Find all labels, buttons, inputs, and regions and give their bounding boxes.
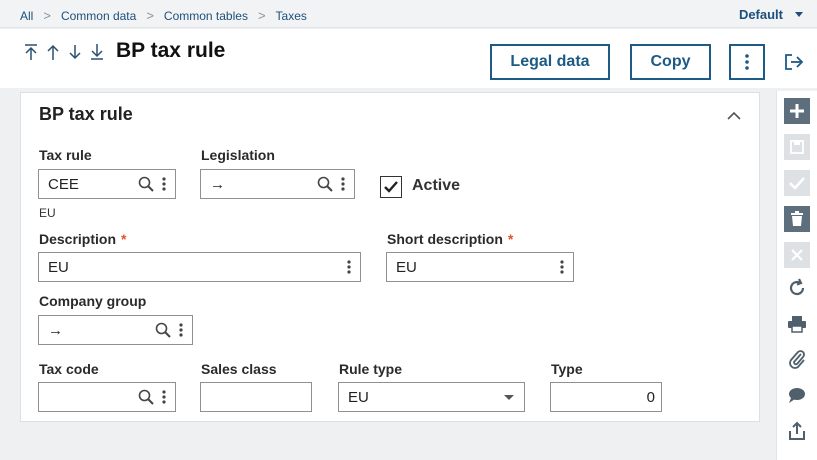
arrow-down-to-bottom-icon[interactable] [88,42,106,62]
breadcrumb-item-common-data[interactable]: Common data [61,9,136,23]
dropdown-caret-icon [504,394,514,400]
profile-label: Default [738,7,783,22]
description-field[interactable]: EU [38,252,361,282]
comment-icon[interactable] [784,382,810,408]
short-description-value: EU [396,258,417,276]
short-description-label: Short description * [387,231,513,247]
tax-rule-label: Tax rule [39,147,92,163]
tax-rule-field[interactable]: CEE [38,169,176,199]
page-header: BP tax rule Legal data Copy [0,29,817,88]
breadcrumb-bar: All > Common data > Common tables > Taxe… [0,0,817,28]
section-title: BP tax rule [39,104,133,124]
active-label: Active [412,177,461,194]
rule-type-select[interactable]: EU [338,382,525,412]
active-checkbox[interactable] [380,176,402,198]
checkmark-icon [384,181,398,193]
tax-code-field[interactable] [38,382,176,412]
breadcrumb-item-all[interactable]: All [20,9,33,23]
short-description-field[interactable]: EU [386,252,574,282]
description-value: EU [48,258,69,276]
legislation-value: → [210,175,225,193]
save-icon[interactable] [784,134,810,160]
arrow-down-icon[interactable] [66,42,84,62]
record-navigation [22,42,106,62]
field-menu-icon[interactable] [157,170,171,198]
page-title: BP tax rule [116,39,226,62]
field-menu-icon[interactable] [336,170,350,198]
tax-rule-value: CEE [48,175,79,193]
arrow-up-icon[interactable] [44,42,62,62]
search-icon[interactable] [152,316,174,344]
profile-selector[interactable]: Default [739,7,803,22]
refresh-icon[interactable] [784,275,810,301]
search-icon[interactable] [135,383,157,411]
short-description-label-text: Short description [387,231,503,247]
arrow-up-to-top-icon[interactable] [22,42,40,62]
field-menu-icon[interactable] [342,253,356,281]
breadcrumb: All > Common data > Common tables > Taxe… [20,8,307,23]
cancel-icon[interactable] [784,242,810,268]
copy-button[interactable]: Copy [630,44,711,80]
breadcrumb-separator: > [43,8,51,23]
description-label: Description * [39,231,126,247]
breadcrumb-separator: > [257,8,266,23]
action-sidebar [776,91,817,460]
field-menu-icon[interactable] [555,253,569,281]
check-icon[interactable] [784,170,810,196]
company-group-label: Company group [39,293,147,309]
delete-icon[interactable] [784,206,810,232]
type-field[interactable]: 0 [550,382,662,412]
legislation-label: Legislation [201,147,275,163]
print-icon[interactable] [784,311,810,337]
bp-tax-rule-section: BP tax rule Tax rule CEE EU Legislation … [20,92,760,422]
type-value: 0 [646,388,655,406]
description-label-text: Description [39,231,117,247]
sales-class-label: Sales class [201,361,277,377]
chevron-up-icon[interactable] [727,107,741,125]
field-menu-icon[interactable] [174,316,188,344]
field-menu-icon[interactable] [157,383,171,411]
search-icon[interactable] [135,170,157,198]
breadcrumb-item-common-tables[interactable]: Common tables [164,9,248,23]
required-marker: * [507,231,514,247]
company-group-value: → [48,321,63,339]
sales-class-field[interactable] [200,382,312,412]
required-marker: * [121,231,127,247]
legal-data-button[interactable]: Legal data [490,44,610,80]
attachment-icon[interactable] [784,346,810,372]
tax-rule-hint: EU [39,206,56,220]
more-vertical-icon [745,54,749,70]
type-label: Type [551,361,583,377]
legislation-field[interactable]: → [200,169,355,199]
add-icon[interactable] [784,98,810,124]
breadcrumb-separator: > [146,8,154,23]
caret-down-icon [795,12,803,17]
more-actions-button[interactable] [729,44,765,80]
breadcrumb-item-taxes[interactable]: Taxes [276,9,307,23]
export-icon[interactable] [784,418,810,444]
search-icon[interactable] [314,170,336,198]
rule-type-label: Rule type [339,361,403,377]
exit-icon[interactable] [784,53,804,76]
tax-code-label: Tax code [39,361,99,377]
rule-type-value: EU [348,388,369,406]
company-group-field[interactable]: → [38,315,193,345]
